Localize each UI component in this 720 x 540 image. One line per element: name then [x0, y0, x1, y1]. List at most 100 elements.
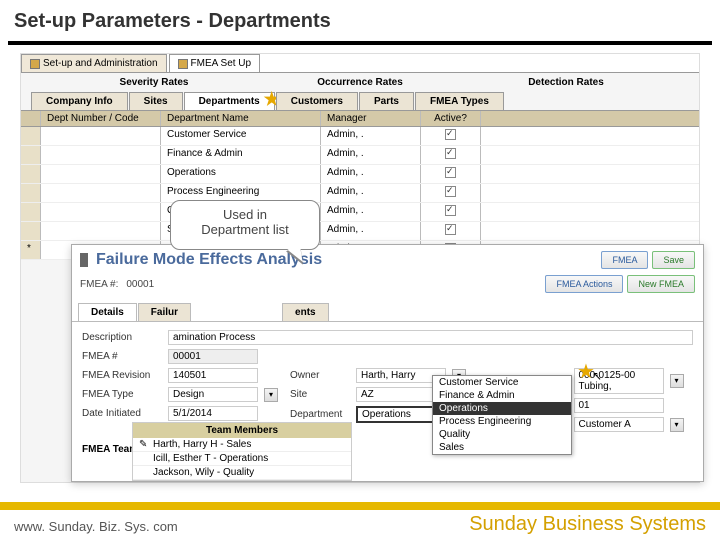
fmea-window: Failure Mode Effects Analysis FMEA Save …: [71, 244, 704, 482]
table-row[interactable]: OperationsAdmin, .: [21, 165, 699, 184]
cell-name[interactable]: Customer Service: [161, 127, 321, 145]
table-row[interactable]: Customer ServiceAdmin, .: [21, 127, 699, 146]
checkbox-icon[interactable]: [445, 167, 456, 178]
save-button[interactable]: Save: [652, 251, 695, 269]
new-fmea-button[interactable]: New FMEA: [627, 275, 695, 293]
type-field[interactable]: Design: [168, 387, 258, 402]
type-label: FMEA Type: [82, 389, 162, 400]
col-selector: [21, 111, 41, 126]
tab-detection[interactable]: Detection Rates: [463, 77, 669, 88]
desc-label: Description: [82, 332, 162, 343]
table-row[interactable]: Finance & AdminAdmin, .: [21, 146, 699, 165]
col-active[interactable]: Active?: [421, 111, 481, 126]
title-underline: [8, 41, 712, 45]
table-row[interactable]: Process EngineeringAdmin, .: [21, 184, 699, 203]
dept-label: Department: [290, 409, 350, 420]
cell-mgr[interactable]: Admin, .: [321, 127, 421, 145]
cursor-icon: ↖: [592, 369, 602, 383]
table-row[interactable]: QualityAdmin, .: [21, 203, 699, 222]
dropdown-item[interactable]: Process Engineering: [433, 415, 571, 428]
fmea-header: Failure Mode Effects Analysis FMEA Save: [72, 245, 703, 275]
fmea-button[interactable]: FMEA: [601, 251, 648, 269]
checkbox-icon[interactable]: [445, 224, 456, 235]
tab-label: FMEA Set Up: [191, 58, 252, 69]
dept-dropdown[interactable]: Customer Service Finance & Admin Operati…: [432, 375, 572, 455]
footer-url: www. Sunday. Biz. Sys. com: [14, 519, 178, 534]
footer-accent: [0, 502, 720, 510]
tab-fmea-types[interactable]: FMEA Types: [415, 92, 504, 110]
team-member: Icill, Esther T - Operations: [153, 453, 268, 464]
tab-fmea-setup[interactable]: FMEA Set Up: [169, 54, 261, 72]
subtab-ents[interactable]: ents: [282, 303, 329, 321]
tab-severity[interactable]: Severity Rates: [51, 77, 257, 88]
cell-name[interactable]: Operations: [161, 165, 321, 183]
team-member: Harth, Harry H - Sales: [153, 439, 251, 450]
callout-text: Department list: [179, 222, 311, 237]
table-header: Dept Number / Code Department Name Manag…: [21, 111, 699, 127]
col-name[interactable]: Department Name: [161, 111, 321, 126]
callout-text: Used in: [179, 207, 311, 222]
fmea-id-value: 00001: [126, 279, 154, 290]
cell-mgr[interactable]: Admin, .: [321, 146, 421, 164]
dropdown-item-selected[interactable]: Operations: [433, 402, 571, 415]
partrev-field[interactable]: 01: [574, 398, 664, 413]
date-label: Date Initiated: [82, 408, 162, 419]
tab-company[interactable]: Company Info: [31, 92, 128, 110]
tab-setup-admin[interactable]: Set-up and Administration: [21, 54, 167, 72]
chevron-down-icon[interactable]: ▾: [264, 388, 278, 402]
subtab-failure[interactable]: Failur: [138, 303, 191, 321]
setup-window: Set-up and Administration FMEA Set Up Se…: [21, 54, 699, 260]
tab-label: Set-up and Administration: [43, 58, 158, 69]
cell-mgr[interactable]: Admin, .: [321, 184, 421, 202]
slide-title: Set-up Parameters - Departments: [0, 0, 720, 41]
fmeanum-field: 00001: [168, 349, 258, 364]
tab-parts[interactable]: Parts: [359, 92, 414, 110]
col-code[interactable]: Dept Number / Code: [41, 111, 161, 126]
dept-table: Dept Number / Code Department Name Manag…: [21, 111, 699, 260]
pencil-icon: ✎: [139, 439, 153, 450]
chevron-down-icon[interactable]: ▾: [670, 374, 684, 388]
top-tabs: Set-up and Administration FMEA Set Up: [21, 54, 699, 73]
cell-name[interactable]: Finance & Admin: [161, 146, 321, 164]
cust-field[interactable]: Customer A: [574, 417, 664, 432]
checkbox-icon[interactable]: [445, 148, 456, 159]
cell-mgr[interactable]: Admin, .: [321, 222, 421, 240]
fmea-title: Failure Mode Effects Analysis: [96, 251, 593, 269]
checkbox-icon[interactable]: [445, 129, 456, 140]
record-selector-icon[interactable]: [80, 253, 88, 267]
cell-mgr[interactable]: Admin, .: [321, 165, 421, 183]
fmea-actions-button[interactable]: FMEA Actions: [545, 275, 623, 293]
dropdown-item[interactable]: Quality: [433, 428, 571, 441]
footer: www. Sunday. Biz. Sys. com Sunday Busine…: [0, 500, 720, 540]
form-icon: [178, 59, 188, 69]
team-members: Team Members ✎Harth, Harry H - Sales Ici…: [132, 422, 352, 481]
subtab-details[interactable]: Details: [78, 303, 137, 321]
tab-sites[interactable]: Sites: [129, 92, 183, 110]
rate-tabs: Severity Rates Occurrence Rates Detectio…: [21, 73, 699, 92]
list-item[interactable]: ✎Harth, Harry H - Sales: [133, 438, 351, 452]
owner-label: Owner: [290, 370, 350, 381]
fmeanum-label: FMEA #: [82, 351, 162, 362]
checkbox-icon[interactable]: [445, 186, 456, 197]
screenshot-area: Set-up and Administration FMEA Set Up Se…: [20, 53, 700, 483]
fmea-subtabs: Details Failur ents: [72, 303, 703, 322]
tab-departments[interactable]: Departments★: [184, 92, 275, 110]
list-item[interactable]: Jackson, Wily - Quality: [133, 466, 351, 480]
rev-label: FMEA Revision: [82, 370, 162, 381]
dropdown-item[interactable]: Finance & Admin: [433, 389, 571, 402]
tab-customers[interactable]: Customers: [276, 92, 358, 110]
checkbox-icon[interactable]: [445, 205, 456, 216]
desc-field[interactable]: amination Process: [168, 330, 693, 345]
dropdown-item[interactable]: Sales: [433, 441, 571, 454]
cell-mgr[interactable]: Admin, .: [321, 203, 421, 221]
tab-label: Departments: [199, 96, 260, 107]
tab-occurrence[interactable]: Occurrence Rates: [257, 77, 463, 88]
col-manager[interactable]: Manager: [321, 111, 421, 126]
setup-tabs: Company Info Sites Departments★ Customer…: [21, 92, 699, 111]
chevron-down-icon[interactable]: ▾: [670, 418, 684, 432]
rev-field[interactable]: 140501: [168, 368, 258, 383]
table-row[interactable]: SalesAdmin, .: [21, 222, 699, 241]
list-item[interactable]: Icill, Esther T - Operations: [133, 452, 351, 466]
dropdown-item[interactable]: Customer Service: [433, 376, 571, 389]
date-field[interactable]: 5/1/2014: [168, 406, 258, 421]
